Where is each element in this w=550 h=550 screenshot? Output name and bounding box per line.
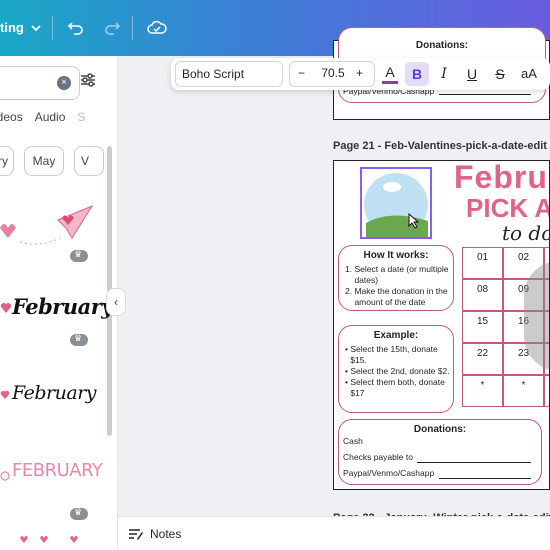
paypal-line: Paypal/Venmo/Cashapp [343, 468, 435, 478]
cursor-icon [408, 213, 420, 229]
heart-garland-graphic [20, 536, 78, 543]
february-pink-text: FEBRUARY [12, 460, 103, 481]
heart-plane-graphic [0, 204, 94, 245]
date-cell[interactable]: * [503, 375, 544, 407]
tab-more[interactable]: S [77, 110, 85, 124]
page-label: Page 21 - Feb-Valentines-pick-a-date-edi… [333, 140, 547, 152]
font-family-select[interactable]: Boho Script [175, 61, 283, 87]
example-item: Select the 2nd, donate $2. [350, 366, 450, 376]
divider [52, 16, 53, 40]
chevron-down-icon [31, 24, 41, 31]
pink-decoration-graphic [0, 471, 10, 481]
bold-button[interactable]: B [405, 62, 429, 86]
date-cell[interactable] [544, 375, 549, 407]
suggestion-chips: ry May V [0, 146, 117, 176]
february-script-text: February [12, 382, 97, 404]
example-list: • Select the 15th, donate $15. • Select … [345, 344, 453, 399]
text-toolbar: Boho Script − 70.5 + A B I U S aA [171, 58, 550, 90]
premium-crown-icon [70, 249, 88, 262]
increase-size-button[interactable]: + [356, 66, 363, 80]
donations-box: Donations: Cash Checks payable to Paypal… [338, 419, 542, 485]
cloud-save-icon[interactable] [147, 18, 167, 38]
bottom-bar: Notes [118, 516, 550, 550]
donations-title: Donations: [415, 40, 469, 51]
editing-label: ting [0, 20, 24, 35]
letter-case-button[interactable]: aA [516, 62, 542, 86]
underline-button[interactable]: U [461, 62, 483, 86]
donations-title: Donations: [413, 424, 467, 435]
title-to-do[interactable]: to do [502, 221, 549, 245]
chip-may[interactable]: May [24, 146, 64, 176]
notes-button[interactable]: Notes [128, 527, 181, 541]
list-item[interactable]: FEBRUARY [0, 452, 103, 492]
font-size-stepper[interactable]: − 70.5 + [289, 61, 375, 87]
example-box: Example: • Select the 15th, donate $15. … [338, 325, 454, 413]
category-tabs: ideos Audio S [0, 110, 117, 124]
filter-icon[interactable] [79, 71, 99, 91]
premium-crown-icon [70, 507, 88, 520]
how-title: How It works: [363, 250, 429, 261]
font-size-value[interactable]: 70.5 [318, 66, 348, 80]
clear-search-icon[interactable]: × [57, 76, 71, 90]
signature-line [417, 462, 531, 463]
list-item[interactable]: February [0, 374, 100, 414]
decrease-size-button[interactable]: − [298, 66, 305, 80]
pink-heart-graphic [0, 303, 12, 313]
example-item: Select the 15th, donate $15. [350, 344, 438, 365]
how-it-works-box: How It works: 1. Select a date (or multi… [338, 245, 454, 311]
notes-label: Notes [150, 527, 182, 541]
premium-crown-icon [70, 333, 88, 346]
example-title: Example: [373, 330, 419, 341]
date-cell[interactable]: 15 [462, 311, 503, 343]
text-color-button[interactable]: A [379, 62, 401, 86]
editing-menu[interactable]: ting [0, 20, 42, 35]
redo-icon[interactable] [102, 18, 122, 38]
how-step: Select a date (or multiple dates) [354, 264, 449, 285]
chip-january[interactable]: ry [0, 146, 14, 176]
tab-audio[interactable]: Audio [35, 110, 66, 124]
example-item: Select them both, donate $17 [350, 377, 445, 398]
signature-line [439, 478, 531, 479]
signature-line [439, 94, 531, 95]
chip-valentines[interactable]: V [74, 146, 104, 176]
date-cell[interactable]: 08 [462, 279, 503, 311]
date-cell[interactable]: 01 [462, 247, 503, 279]
text-color-swatch [382, 81, 398, 84]
date-cell[interactable]: * [462, 375, 503, 407]
side-panel: × ideos Audio S ry May V February Februa… [0, 56, 118, 550]
title-pick-a[interactable]: PICK A [466, 193, 549, 224]
checks-line: Checks payable to [343, 452, 413, 462]
date-cell[interactable]: 22 [462, 343, 503, 375]
italic-button[interactable]: I [433, 62, 455, 86]
cash-line: Cash [343, 436, 363, 446]
pink-heart-graphic [0, 390, 10, 400]
february-script-text: February [12, 294, 114, 319]
how-steps: 1. Select a date (or multiple dates) 2. … [345, 264, 453, 308]
list-item[interactable]: February [0, 288, 114, 334]
strikethrough-button[interactable]: S [489, 62, 511, 86]
divider [132, 16, 133, 40]
search-input[interactable]: × [0, 66, 80, 100]
notes-icon [129, 529, 143, 540]
undo-icon[interactable] [66, 18, 86, 38]
text-color-letter: A [385, 64, 395, 80]
collapse-panel-button[interactable]: ‹ [106, 288, 126, 316]
how-step: Make the donation in the amount of the d… [354, 286, 448, 307]
tab-videos[interactable]: ideos [0, 110, 23, 124]
page-21[interactable]: Febru PICK A to do How It works: 1. Sele… [333, 160, 550, 490]
selected-image-frame[interactable] [360, 167, 432, 239]
title-february[interactable]: Febru [454, 161, 548, 196]
